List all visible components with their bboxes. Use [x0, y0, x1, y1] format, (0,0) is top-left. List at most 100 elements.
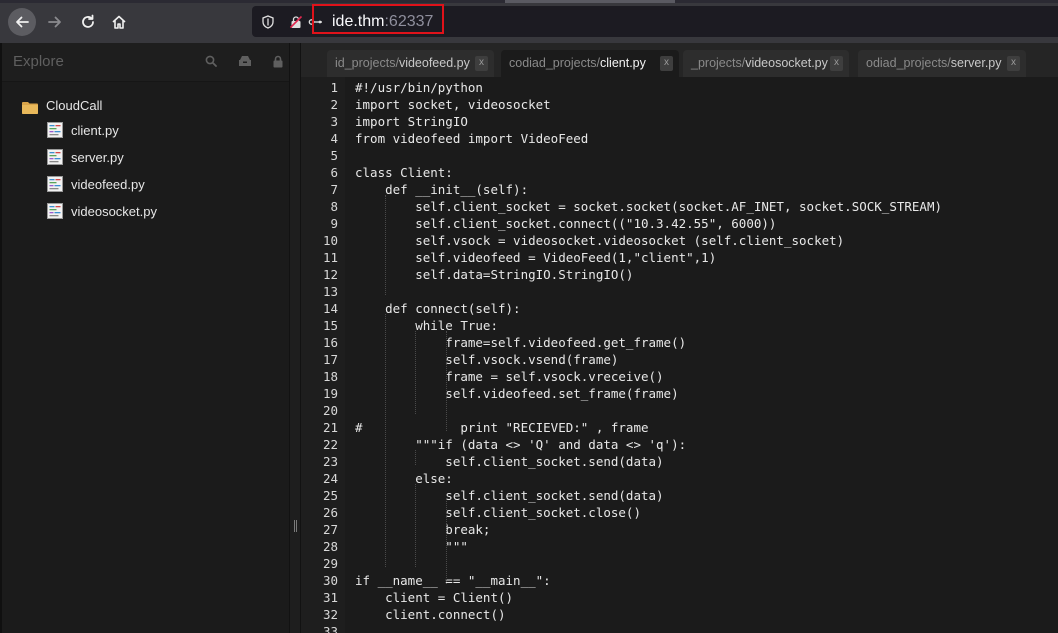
code-text: self.videofeed = VideoFeed(1,"client",1) [355, 250, 717, 265]
code-line[interactable]: 31 client = Client() [301, 589, 1058, 606]
line-number: 10 [322, 233, 338, 248]
editor-tab-bar: id_projects/videofeed.py x codiad_projec… [301, 43, 1058, 77]
indent-guide [415, 331, 417, 414]
tab-close-button[interactable]: x [660, 56, 673, 71]
file-item-client[interactable]: client.py [47, 119, 119, 141]
line-number: 25 [322, 488, 338, 503]
tab-file-name: videofeed.py [398, 56, 470, 70]
code-line[interactable]: 2 import socket, videosocket [301, 96, 1058, 113]
code-text: self.client_socket = socket.socket(socke… [355, 199, 942, 214]
line-number: 17 [322, 352, 338, 367]
code-text: self.client_socket.send(data) [355, 454, 664, 469]
code-text: import socket, videosocket [355, 97, 551, 112]
code-text: from videofeed import VideoFeed [355, 131, 589, 146]
code-text: self.videofeed.set_frame(frame) [355, 386, 679, 401]
file-label: videosocket.py [71, 203, 157, 219]
url-text[interactable]: ide.thm:62337 [332, 12, 433, 32]
code-text: import StringIO [355, 114, 468, 129]
tab-close-button[interactable]: x [475, 56, 488, 71]
code-line[interactable]: 11 self.videofeed = VideoFeed(1,"client"… [301, 249, 1058, 266]
folder-cloudcall[interactable]: CloudCall [22, 94, 102, 116]
indent-guide [415, 484, 417, 567]
code-line[interactable]: 8 self.client_socket = socket.socket(soc… [301, 198, 1058, 215]
search-icon[interactable] [204, 54, 218, 68]
file-item-server[interactable]: server.py [47, 146, 124, 168]
code-line[interactable]: 10 self.vsock = videosocket.videosocket … [301, 232, 1058, 249]
code-text: self.client_socket.close() [355, 505, 641, 520]
url-host: ide.thm [332, 13, 385, 30]
code-text: def connect(self): [355, 301, 521, 316]
tab-close-button[interactable]: x [830, 56, 843, 71]
line-number: 32 [322, 607, 338, 622]
back-button[interactable] [8, 8, 36, 36]
code-line[interactable]: 30 if __name__ == "__main__": [301, 572, 1058, 589]
line-number: 4 [330, 131, 338, 146]
home-button[interactable] [105, 8, 133, 36]
indent-guide [385, 195, 387, 295]
line-number: 23 [322, 454, 338, 469]
line-number: 28 [322, 539, 338, 554]
file-item-videofeed[interactable]: videofeed.py [47, 173, 145, 195]
line-number: 33 [322, 624, 338, 633]
line-number: 18 [322, 369, 338, 384]
reload-icon [82, 14, 94, 28]
code-text: break; [355, 522, 491, 537]
explorer-header: Explore [2, 43, 289, 82]
tab-server[interactable]: odiad_projects/server.py x [858, 50, 1026, 77]
splitter-grip-icon[interactable] [294, 520, 297, 532]
code-line[interactable]: 6 class Client: [301, 164, 1058, 181]
code-text: client.connect() [355, 607, 506, 622]
active-tab-edge [505, 0, 675, 3]
tab-close-button[interactable]: x [1007, 56, 1020, 71]
tab-videofeed[interactable]: id_projects/videofeed.py x [327, 50, 494, 77]
tab-file-name: videosocket.py [745, 56, 828, 70]
line-number: 11 [322, 250, 338, 265]
code-line[interactable]: 12 self.data=StringIO.StringIO() [301, 266, 1058, 283]
tab-path-prefix: id_projects/ [335, 56, 399, 70]
code-text: else: [355, 471, 453, 486]
code-text: while True: [355, 318, 498, 333]
code-line[interactable]: 13 [301, 283, 1058, 300]
code-text: client = Client() [355, 590, 514, 605]
file-item-videosocket[interactable]: videosocket.py [47, 200, 157, 222]
tab-client[interactable]: codiad_projects/client.py x [501, 50, 679, 77]
line-number: 31 [322, 590, 338, 605]
archive-icon[interactable] [238, 54, 252, 68]
code-editor[interactable]: 1 #!/usr/bin/python 2 import socket, videos… [301, 77, 1058, 633]
line-number: 1 [330, 80, 338, 95]
insecure-lock-icon[interactable] [288, 14, 304, 30]
code-text: """if (data <> 'Q' and data <> 'q'): [355, 437, 687, 452]
file-explorer-panel: Explore CloudCall client.py server.py vi… [0, 43, 289, 633]
line-number: 21 [322, 420, 338, 435]
code-line[interactable]: 9 self.client_socket.connect(("10.3.42.5… [301, 215, 1058, 232]
home-icon [112, 15, 126, 29]
lock-icon[interactable] [271, 54, 285, 68]
line-number: 14 [322, 301, 338, 316]
code-line[interactable]: 7 def __init__(self): [301, 181, 1058, 198]
file-label: server.py [71, 149, 124, 165]
code-line[interactable]: 21 # print "RECIEVED:" , frame [301, 419, 1058, 436]
code-text: """ [355, 539, 468, 554]
code-text: #!/usr/bin/python [355, 80, 483, 95]
code-text: self.data=StringIO.StringIO() [355, 267, 634, 282]
shield-icon[interactable] [260, 14, 276, 30]
reload-button[interactable] [74, 8, 102, 36]
indent-guide [385, 314, 387, 567]
code-text: self.vsock.vsend(frame) [355, 352, 619, 367]
code-line[interactable]: 1 #!/usr/bin/python [301, 79, 1058, 96]
line-number: 5 [330, 148, 338, 163]
code-line[interactable]: 14 def connect(self): [301, 300, 1058, 317]
forward-button[interactable] [41, 8, 69, 36]
code-line[interactable]: 5 [301, 147, 1058, 164]
code-line[interactable]: 32 client.connect() [301, 606, 1058, 623]
line-number: 16 [322, 335, 338, 350]
line-number: 7 [330, 182, 338, 197]
tab-videosocket[interactable]: _projects/videosocket.py x [683, 50, 849, 77]
code-text: class Client: [355, 165, 453, 180]
panel-splitter[interactable] [289, 43, 301, 633]
python-file-icon [47, 122, 63, 138]
code-line[interactable]: 33 [301, 623, 1058, 633]
code-line[interactable]: 3 import StringIO [301, 113, 1058, 130]
tab-strip-edge [0, 0, 1058, 3]
code-line[interactable]: 4 from videofeed import VideoFeed [301, 130, 1058, 147]
